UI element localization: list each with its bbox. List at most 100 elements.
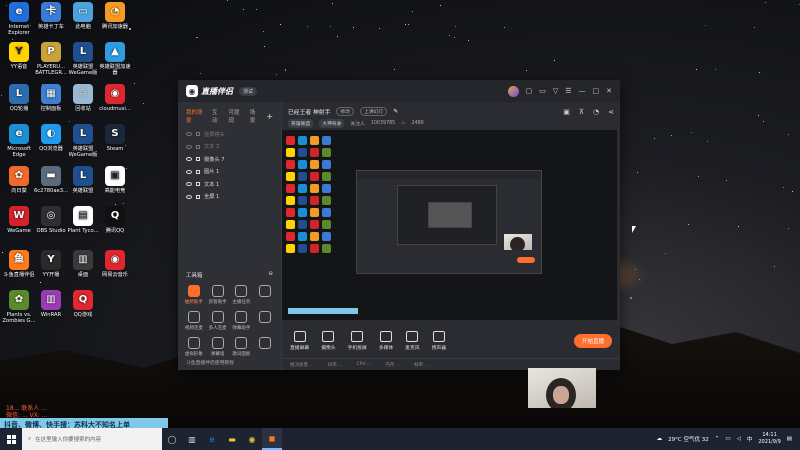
toolbox-item[interactable] — [253, 285, 277, 305]
desktop-icon[interactable]: Q 腾讯QQ — [98, 206, 132, 234]
desktop-icon[interactable]: ▬ 6c2780ae3... — [34, 166, 68, 194]
volume-icon[interactable]: ◁ — [737, 436, 741, 442]
lock-icon[interactable] — [196, 182, 200, 187]
desktop-icon[interactable]: Y YY语音 — [2, 42, 36, 70]
toolbox-item[interactable]: 弹幕墙 — [206, 337, 230, 357]
lock-icon[interactable] — [196, 144, 200, 149]
weather-text[interactable]: 29°C 空气优 32 — [668, 435, 709, 443]
desktop-icon[interactable]: P PLAYERU... BATTLEGR... — [34, 42, 68, 76]
eye-icon[interactable] — [186, 144, 192, 149]
desktop-icon[interactable]: W WeGame — [2, 206, 36, 234]
desktop-icon[interactable]: ◔ 腾讯加速器 — [98, 2, 132, 30]
eye-icon[interactable] — [186, 169, 192, 174]
source-item[interactable]: 图片 1 — [178, 166, 281, 179]
desktop-icon[interactable]: ▦ 控制面板 — [34, 84, 68, 112]
share-icon[interactable]: ⋖ — [608, 108, 614, 116]
clock[interactable]: 14:11 2021/9/9 — [758, 432, 780, 446]
tab-my-scenes[interactable]: 我的场景 — [186, 108, 205, 124]
eye-icon[interactable] — [186, 157, 192, 162]
desktop-icon[interactable]: S Steam — [98, 124, 132, 152]
toolbox-item[interactable] — [253, 337, 277, 357]
network-icon[interactable]: ▭ — [725, 436, 730, 442]
gift-icon[interactable]: ▣ — [563, 108, 570, 116]
explorer-taskbar-icon[interactable]: ▬ — [222, 428, 242, 450]
minimize-icon[interactable]: — — [579, 87, 586, 95]
desktop-icon[interactable]: 鱼斗鱼直播伴侣 — [2, 250, 36, 278]
tab-interact[interactable]: 互动 — [212, 108, 222, 124]
toolbox-item[interactable]: 抽奖助手 — [182, 285, 206, 305]
screen-icon[interactable]: ▭ — [539, 87, 546, 95]
toolbox-more-icon[interactable]: ⊖ — [268, 271, 273, 279]
sub-category-chip[interactable]: 大神驾驶 — [319, 119, 345, 128]
desktop-icon[interactable]: ◉ 网易云音乐 — [98, 250, 132, 278]
desktop-icon[interactable]: ◉ cloudmusi... — [98, 84, 132, 112]
bell-icon[interactable]: ◔ — [593, 108, 599, 116]
settings-icon[interactable]: ☰ — [565, 87, 571, 95]
toolbox-item[interactable] — [253, 311, 277, 331]
desktop-icon[interactable]: L QQ轮播 — [2, 84, 36, 112]
desktop-icon[interactable]: e Internet Explorer — [2, 2, 36, 36]
toolbox-item[interactable]: 房管助手 — [206, 285, 230, 305]
start-button[interactable] — [0, 428, 22, 450]
source-item[interactable]: 文本 2 — [178, 141, 281, 154]
eye-icon[interactable] — [186, 182, 192, 187]
lock-icon[interactable] — [196, 169, 200, 174]
maximize-icon[interactable]: □ — [593, 87, 600, 95]
source-add-button[interactable]: 直播屏幕 — [290, 331, 309, 351]
toolbox-item[interactable]: 弹幕助手 — [230, 311, 254, 331]
desktop-icon[interactable]: ▥ WinRAR — [34, 290, 68, 318]
source-add-button[interactable]: 摄像头 — [321, 331, 336, 351]
lock-icon[interactable] — [196, 194, 200, 199]
tutorial-link[interactable]: 斗鱼直播伴侣使用教程 — [186, 359, 234, 366]
desktop-icon[interactable]: ◐ QQ浏览器 — [34, 124, 68, 152]
companion-taskbar-icon[interactable]: ◼ — [262, 428, 282, 450]
start-live-button[interactable]: 开始直播 — [573, 334, 612, 348]
tray-arrow-icon[interactable]: ⌃ — [715, 436, 720, 442]
chat-icon[interactable]: ▢ — [526, 87, 533, 95]
desktop-icon[interactable]: ▭ 此电脑 — [66, 2, 100, 30]
ime-icon[interactable]: 中 — [747, 435, 753, 443]
source-item[interactable]: 竖屏镜头 — [178, 128, 281, 141]
source-add-button[interactable]: 麦克风 — [405, 331, 420, 351]
desktop-icon[interactable]: ▥ 桌面 — [66, 250, 100, 278]
toolbox-item[interactable]: 虚拟形象 — [182, 337, 206, 357]
tab-scene[interactable]: 场景 — [250, 108, 260, 124]
toolbox-item[interactable]: 视频连麦 — [182, 311, 206, 331]
toolbox-item[interactable]: 主播任务 — [230, 285, 254, 305]
taskbar-search[interactable]: ⌕ 在这里输入你要搜索的内容 — [22, 428, 162, 450]
tab-withdraw[interactable]: 可提现 — [229, 108, 243, 124]
desktop-icon[interactable]: L 英雄联盟 WeGame版 — [66, 124, 100, 158]
pencil-icon[interactable]: ✎ — [393, 109, 398, 115]
chrome-taskbar-icon[interactable]: ◉ — [242, 428, 262, 450]
desktop-icon[interactable]: Q QQ游戏 — [66, 290, 100, 318]
source-item[interactable]: 摄像头 7 — [178, 153, 281, 166]
source-item[interactable]: 文本 1 — [178, 178, 281, 191]
desktop-icon[interactable]: Y YY开播 — [34, 250, 68, 278]
desktop-icon[interactable]: e Microsoft Edge — [2, 124, 36, 158]
source-add-button[interactable]: 扬声器 — [432, 331, 446, 351]
task-view-icon[interactable]: ◯ — [162, 428, 182, 450]
desktop-icon[interactable]: ◎ OBS Studio — [34, 206, 68, 234]
desktop-icon[interactable]: L 英雄联盟 WeGame版 — [66, 42, 100, 76]
desktop-icon[interactable]: L 英雄联盟 — [66, 166, 100, 194]
eye-icon[interactable] — [186, 194, 192, 199]
shirt-icon[interactable]: ▽ — [553, 87, 558, 95]
desktop-icon[interactable]: ✿ Plants vs. Zombies G... — [2, 290, 36, 324]
desktop-icon[interactable]: 卡英雄卡丁车 — [34, 2, 68, 30]
pin-icon[interactable]: ⊼ — [579, 108, 584, 116]
source-item[interactable]: 全屏 1 — [178, 191, 281, 204]
source-add-button[interactable]: 手机投屏 — [348, 331, 367, 351]
multitask-icon[interactable]: ▥ — [182, 428, 202, 450]
category-chip[interactable]: 英雄联盟 — [288, 119, 314, 128]
desktop-icon[interactable]: ▲ 英雄联盟加速器 — [98, 42, 132, 76]
desktop-icon[interactable]: ♲ 回收站 — [66, 84, 100, 112]
toolbox-item[interactable]: 歌词面板 — [230, 337, 254, 357]
upload-button[interactable]: 上滑幻灯 — [360, 107, 388, 116]
toolbox-item[interactable]: 多人连麦 — [206, 311, 230, 331]
eye-icon[interactable] — [186, 132, 192, 137]
notification-icon[interactable]: ▤ — [787, 436, 792, 442]
lock-icon[interactable] — [196, 157, 200, 162]
source-add-button[interactable]: 多媒体 — [379, 331, 393, 351]
desktop-icon[interactable]: ▤ Plant Tyco... — [66, 206, 100, 234]
add-scene-icon[interactable]: + — [266, 112, 273, 121]
